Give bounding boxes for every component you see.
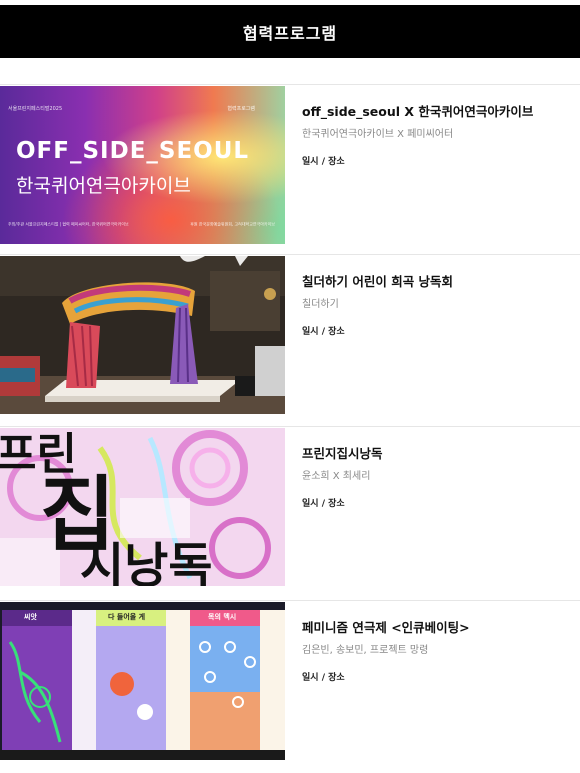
thumb-bottom-left-text: 주최/주관 서울프린지페스티벌 | 협력 페미씨어터, 한국퀴어연극아카이브 xyxy=(8,222,129,228)
item-info: off_side_seoul X 한국퀴어연극아카이브 한국퀴어연극아카이브 X… xyxy=(302,101,572,167)
item-info: 프린지집시낭독 윤소희 X 최세리 일시 / 장소 xyxy=(302,443,572,509)
poster-collage xyxy=(0,602,285,760)
thumb-top-right-text: 협력프로그램 xyxy=(227,106,255,112)
page-header: 협력프로그램 xyxy=(0,5,580,58)
program-thumbnail[interactable]: 서울프린지페스티벌2025 협력프로그램 OFF_SIDE_SEOUL 한국퀴어… xyxy=(0,86,285,244)
poster-2-title: 다 들어올 게 xyxy=(108,613,146,621)
list-item[interactable]: 칠더하기 어린이 희곡 낭독회 칠더하기 일시 / 장소 xyxy=(0,254,580,415)
item-meta: 일시 / 장소 xyxy=(302,157,345,167)
thumb-title-en: OFF_SIDE_SEOUL xyxy=(16,138,250,164)
poster-1-title: 씨앗 xyxy=(24,613,37,621)
list-item[interactable]: 서울프린지페스티벌2025 협력프로그램 OFF_SIDE_SEOUL 한국퀴어… xyxy=(0,84,580,245)
item-title[interactable]: 칠더하기 어린이 희곡 낭독회 xyxy=(302,271,572,290)
item-title[interactable]: 페미니즘 연극제 <인큐베이팅> xyxy=(302,617,572,636)
item-subtitle: 김은빈, 송보민, 프로젝트 망령 xyxy=(302,645,429,656)
page-title: 협력프로그램 xyxy=(242,23,338,43)
item-subtitle: 윤소희 X 최세리 xyxy=(302,471,371,482)
thumb-text-3: 시낭독 xyxy=(80,538,213,586)
item-title[interactable]: off_side_seoul X 한국퀴어연극아카이브 xyxy=(302,101,572,120)
list-item[interactable]: 씨앗 다 들어올 게 목의 멕시 페미니즘 연극제 <인큐베이팅> 김은빈, 송… xyxy=(0,600,580,761)
item-info: 칠더하기 어린이 희곡 낭독회 칠더하기 일시 / 장소 xyxy=(302,271,572,337)
thumb-bottom-right-text: 후원 한국문화예술위원회, 고려대학교연극아카이브 xyxy=(190,222,275,228)
thumb-title-ko: 한국퀴어연극아카이브 xyxy=(16,175,191,197)
list-item[interactable]: 프린 집 시낭독 프린지집시낭독 윤소희 X 최세리 일시 / 장소 xyxy=(0,426,580,587)
program-thumbnail[interactable] xyxy=(0,256,285,414)
item-title[interactable]: 프린지집시낭독 xyxy=(302,443,572,462)
item-meta: 일시 / 장소 xyxy=(302,499,345,509)
item-meta: 일시 / 장소 xyxy=(302,673,345,683)
item-subtitle: 칠더하기 xyxy=(302,299,339,310)
program-thumbnail[interactable]: 씨앗 다 들어올 게 목의 멕시 xyxy=(0,602,285,760)
thumb-top-left-text: 서울프린지페스티벌2025 xyxy=(8,106,63,112)
poster-3-title: 목의 멕시 xyxy=(208,613,237,621)
program-thumbnail[interactable]: 프린 집 시낭독 xyxy=(0,428,285,586)
item-info: 페미니즘 연극제 <인큐베이팅> 김은빈, 송보민, 프로젝트 망령 일시 / … xyxy=(302,617,572,683)
puppet-theater-illustration xyxy=(0,256,285,414)
item-subtitle: 한국퀴어연극아카이브 X 페미씨어터 xyxy=(302,129,454,140)
item-meta: 일시 / 장소 xyxy=(302,327,345,337)
